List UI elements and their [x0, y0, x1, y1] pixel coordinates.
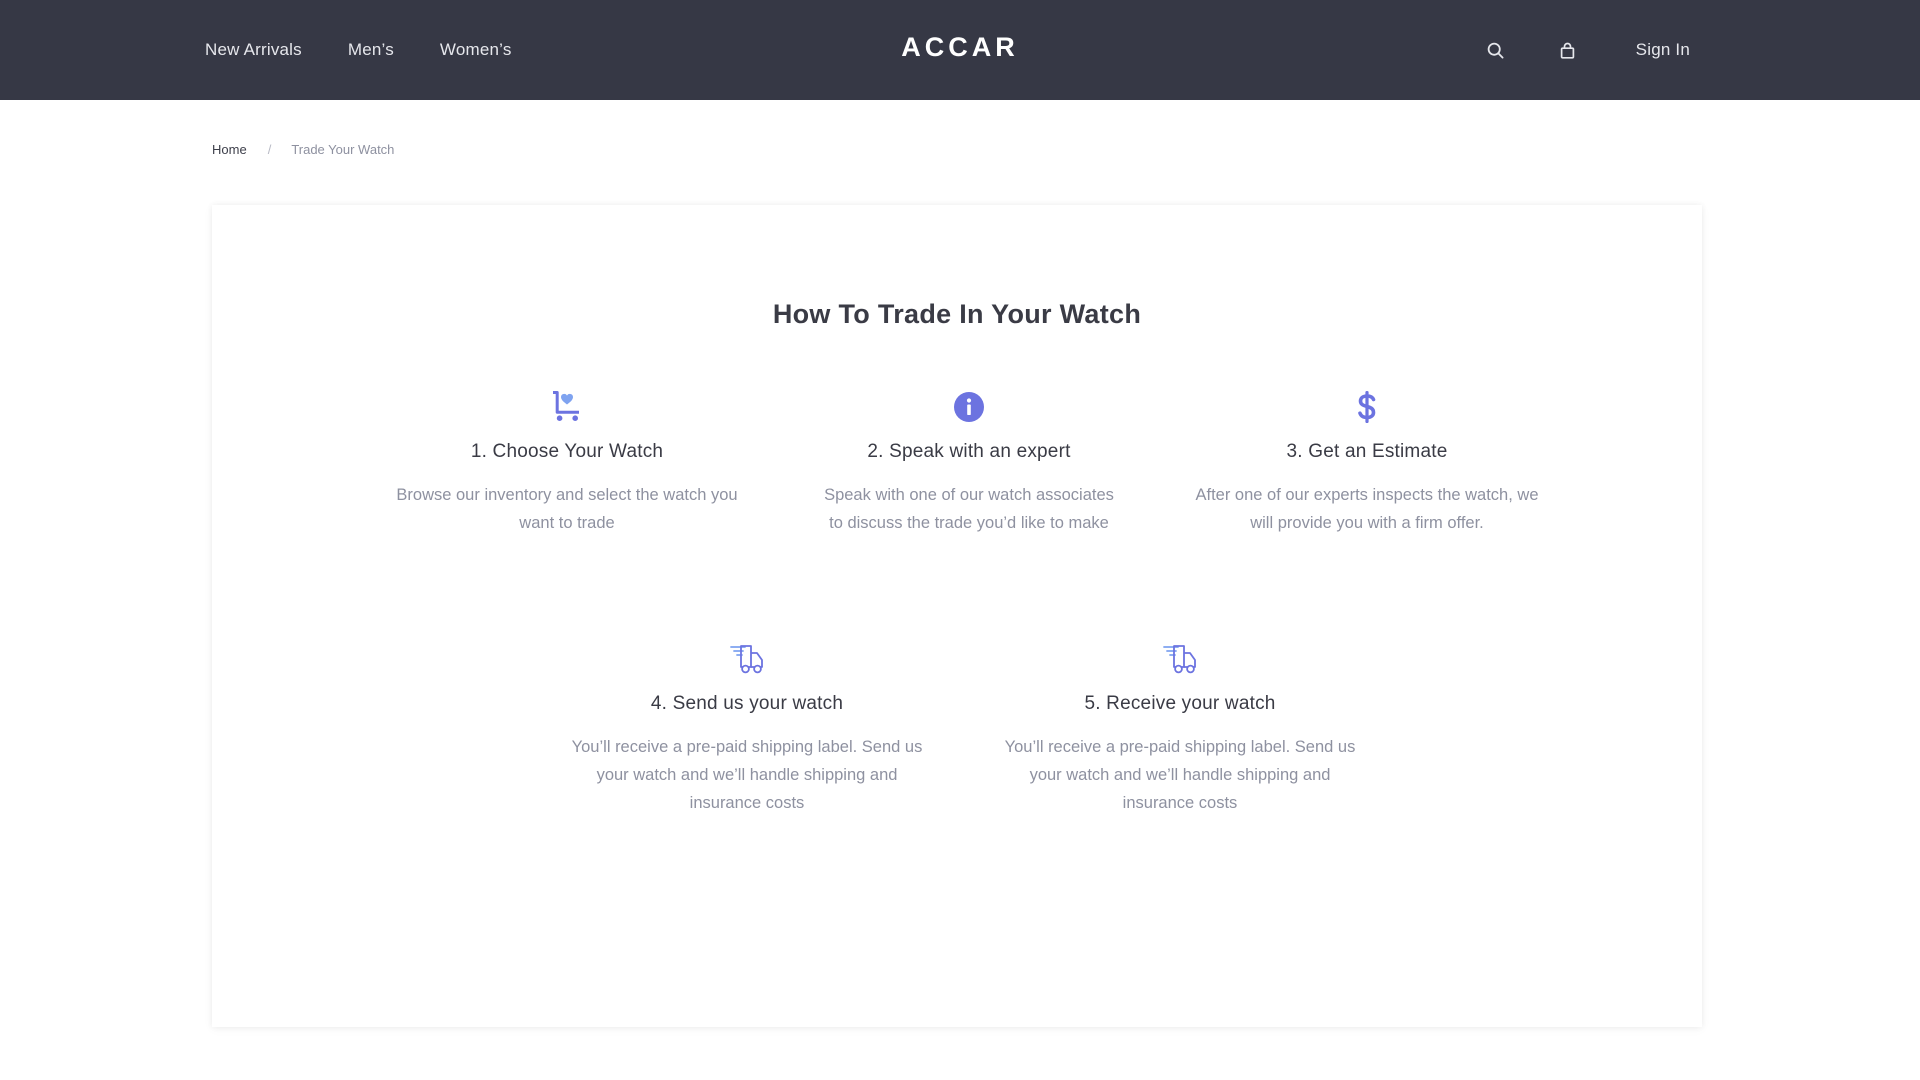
brand-logo-text[interactable]: ACCAR [901, 32, 1019, 63]
step-title: 5. Receive your watch [1084, 693, 1276, 714]
breadcrumb-home[interactable]: Home [212, 142, 247, 157]
step-description: After one of our experts inspects the wa… [1195, 486, 1539, 532]
step-get-estimate: 3. Get an Estimate After one of our expe… [1162, 389, 1572, 537]
step-title: 3. Get an Estimate [1286, 441, 1448, 462]
cart-button[interactable] [1556, 38, 1580, 62]
shipping-truck-icon [1163, 645, 1196, 674]
step-title: 1. Choose Your Watch [470, 441, 664, 462]
breadcrumb-separator: / [267, 142, 272, 157]
breadcrumb-current: Trade Your Watch [291, 142, 395, 157]
cart-heart-icon [553, 391, 579, 421]
step-send-watch: 4. Send us your watch You’ll receive a p… [542, 641, 952, 817]
step-title: 4. Send us your watch [650, 693, 844, 714]
dollar-icon [1358, 391, 1376, 423]
nav-mens[interactable]: Men’s [348, 40, 394, 60]
search-button[interactable] [1484, 38, 1508, 62]
trade-in-card: How To Trade In Your Watch 1. Choose You… [212, 205, 1702, 1027]
step-title: 2. Speak with an expert [867, 441, 1071, 462]
nav-womens[interactable]: Women’s [440, 40, 512, 60]
header-actions: Sign In [1484, 0, 1690, 100]
sign-in-link[interactable]: Sign In [1636, 40, 1690, 60]
info-icon [954, 392, 984, 422]
step-choose-watch: 1. Choose Your Watch Browse our inventor… [362, 389, 772, 537]
page-title: How To Trade In Your Watch [772, 299, 1142, 329]
breadcrumb: Home / Trade Your Watch [212, 142, 394, 157]
step-description: Browse our inventory and select the watc… [396, 486, 738, 532]
step-receive-watch: 5. Receive your watch You’ll receive a p… [975, 641, 1385, 817]
step-description: You’ll receive a pre-paid shipping label… [1004, 738, 1356, 812]
nav-new-arrivals[interactable]: New Arrivals [205, 40, 302, 60]
shopping-bag-icon [1560, 42, 1575, 59]
top-navigation-bar: New Arrivals Men’s Women’s ACCAR Sign In [0, 0, 1920, 100]
main-nav: New Arrivals Men’s Women’s [205, 0, 512, 100]
search-icon [1487, 42, 1504, 59]
step-speak-expert: 2. Speak with an expert Speak with one o… [764, 389, 1174, 537]
step-description: Speak with one of our watch associates t… [824, 486, 1114, 532]
shipping-truck-icon [730, 645, 763, 674]
step-description: You’ll receive a pre-paid shipping label… [571, 738, 923, 812]
